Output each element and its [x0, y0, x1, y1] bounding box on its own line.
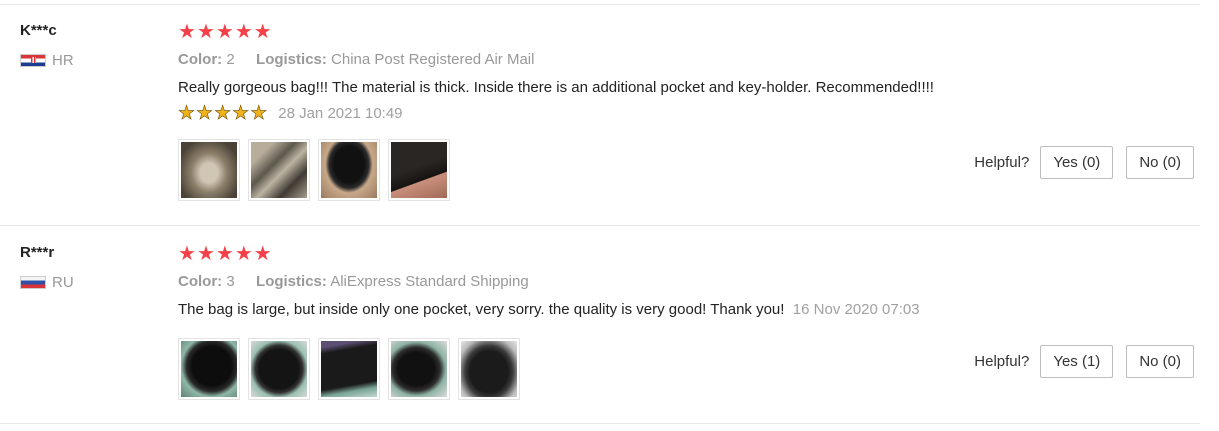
- photo-image: [321, 341, 377, 397]
- helpful-no-button[interactable]: No (0): [1126, 146, 1194, 179]
- star-icon: ★: [214, 103, 233, 124]
- rating-stars: ★★★★★: [178, 244, 273, 264]
- reviewer-country: HR: [20, 52, 74, 69]
- reviewer-name: R***r: [20, 244, 55, 261]
- logistics-label: Logistics:: [256, 273, 327, 290]
- russia-flag-icon: [20, 276, 46, 289]
- review-item: K***c HR ★★★★★ Color: 2 Logistics: China…: [0, 22, 1200, 202]
- country-code: HR: [52, 52, 74, 69]
- review-date: 16 Nov 2020 07:03: [792, 301, 920, 318]
- reviewer-name: K***c: [20, 22, 57, 39]
- review-item: R***r RU ★★★★★ Color: 3 Logistics: AliEx…: [0, 244, 1200, 414]
- helpful-label: Helpful?: [974, 353, 1030, 370]
- helpful-yes-button[interactable]: Yes (0): [1040, 146, 1114, 179]
- review-photo[interactable]: [178, 338, 240, 400]
- color-label: Color:: [178, 51, 223, 68]
- star-icon: ★: [196, 21, 216, 43]
- divider: [0, 225, 1200, 226]
- rating-stars: ★★★★★: [178, 22, 273, 42]
- review-photo[interactable]: [388, 139, 450, 201]
- star-icon: ★: [196, 243, 216, 265]
- logistics-value: AliExpress Standard Shipping: [330, 273, 529, 290]
- review-text: The bag is large, but inside only one po…: [178, 301, 785, 318]
- star-icon: ★: [215, 243, 235, 265]
- product-rating-stars: ★★★★★: [178, 103, 269, 124]
- star-icon: ★: [253, 243, 273, 265]
- review-subline: ★★★★★ 28 Jan 2021 10:49: [178, 103, 403, 124]
- photo-image: [181, 341, 237, 397]
- review-photo[interactable]: [178, 139, 240, 201]
- star-icon: ★: [250, 103, 269, 124]
- photo-image: [181, 142, 237, 198]
- star-icon: ★: [232, 103, 251, 124]
- review-photo[interactable]: [248, 139, 310, 201]
- photo-image: [461, 341, 517, 397]
- country-code: RU: [52, 274, 74, 291]
- photo-image: [391, 341, 447, 397]
- review-photo[interactable]: [318, 139, 380, 201]
- star-icon: ★: [215, 21, 235, 43]
- star-icon: ★: [178, 21, 197, 43]
- logistics-label: Logistics:: [256, 51, 327, 68]
- color-label: Color:: [178, 273, 223, 290]
- order-info: Color: 2 Logistics: China Post Registere…: [178, 51, 534, 68]
- helpful-label: Helpful?: [974, 154, 1030, 171]
- review-text-line: The bag is large, but inside only one po…: [178, 301, 920, 318]
- photo-image: [321, 142, 377, 198]
- helpful-vote: Helpful? Yes (0) No (0): [974, 146, 1194, 179]
- review-photo[interactable]: [458, 338, 520, 400]
- order-info: Color: 3 Logistics: AliExpress Standard …: [178, 273, 529, 290]
- star-icon: ★: [234, 243, 254, 265]
- star-icon: ★: [178, 103, 197, 124]
- color-value: 3: [226, 273, 235, 290]
- photo-image: [251, 341, 307, 397]
- helpful-vote: Helpful? Yes (1) No (0): [974, 345, 1194, 378]
- photo-image: [251, 142, 307, 198]
- review-date: 28 Jan 2021 10:49: [278, 105, 403, 122]
- review-photos: [178, 338, 520, 400]
- review-photos: [178, 139, 450, 201]
- review-photo[interactable]: [248, 338, 310, 400]
- divider: [0, 423, 1200, 424]
- helpful-no-button[interactable]: No (0): [1126, 345, 1194, 378]
- star-icon: ★: [234, 21, 254, 43]
- review-text: Really gorgeous bag!!! The material is t…: [178, 79, 934, 96]
- star-icon: ★: [196, 103, 215, 124]
- reviews-list: K***c HR ★★★★★ Color: 2 Logistics: China…: [0, 0, 1219, 431]
- star-icon: ★: [253, 21, 273, 43]
- review-photo[interactable]: [388, 338, 450, 400]
- croatia-flag-icon: [20, 54, 46, 67]
- helpful-yes-button[interactable]: Yes (1): [1040, 345, 1114, 378]
- logistics-value: China Post Registered Air Mail: [331, 51, 535, 68]
- reviewer-country: RU: [20, 274, 74, 291]
- color-value: 2: [226, 51, 235, 68]
- divider: [0, 4, 1200, 5]
- review-photo[interactable]: [318, 338, 380, 400]
- photo-image: [391, 142, 447, 198]
- star-icon: ★: [178, 243, 197, 265]
